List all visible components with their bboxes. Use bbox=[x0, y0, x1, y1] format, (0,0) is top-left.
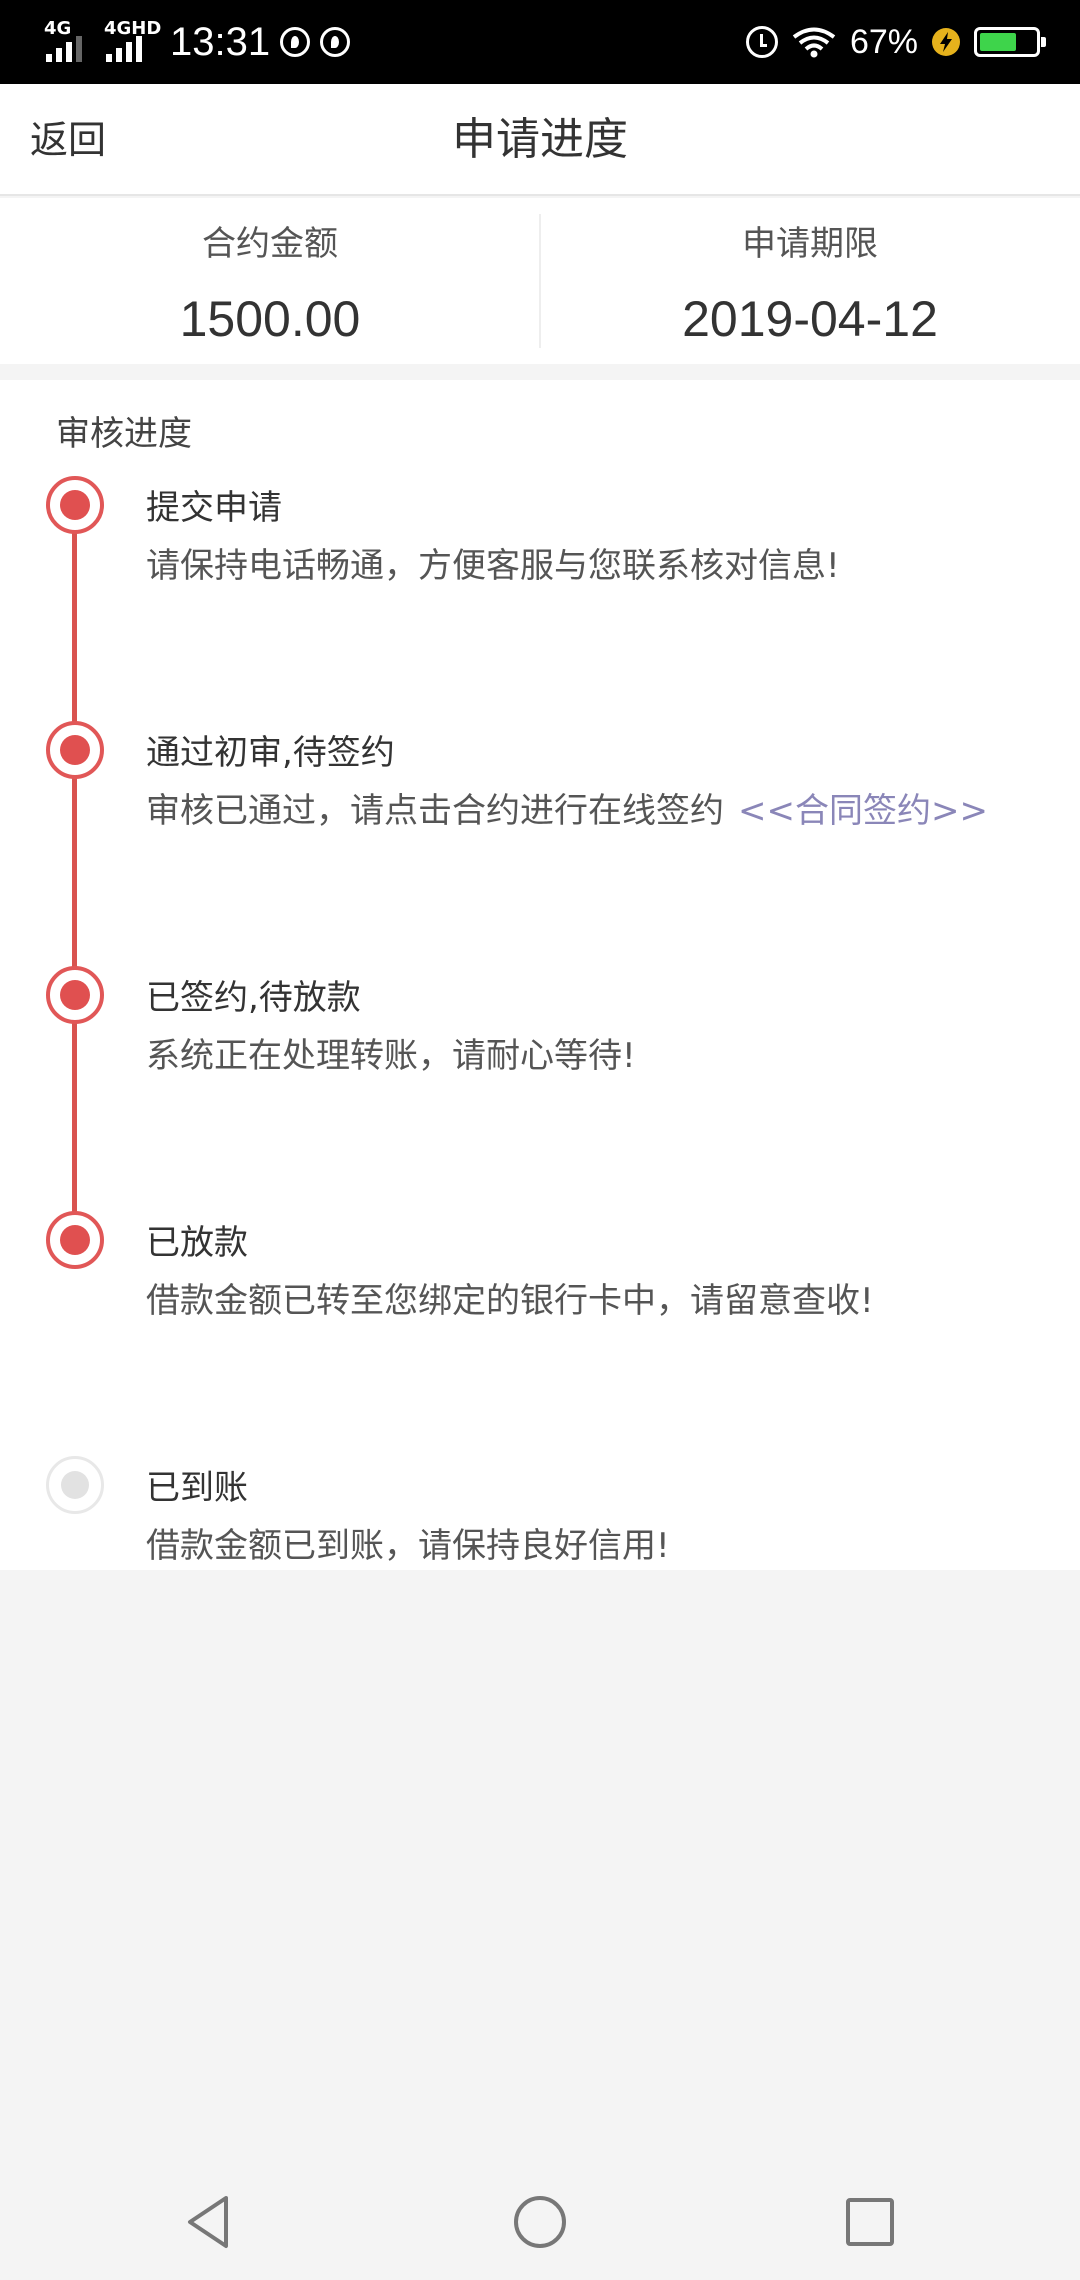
battery-fill bbox=[980, 33, 1016, 51]
signal-icon: 4G bbox=[42, 20, 92, 64]
status-time: 13:31 bbox=[170, 20, 271, 64]
period-value: 2019-04-12 bbox=[682, 291, 938, 347]
nav-header: 返回 申请进度 bbox=[0, 84, 1080, 196]
step-dot-inactive bbox=[46, 1456, 104, 1514]
step-title: 提交申请 bbox=[146, 488, 282, 528]
step-dot bbox=[46, 721, 104, 779]
status-left: 4G 4GHD 13:31 bbox=[42, 0, 351, 84]
system-nav-bar bbox=[0, 2160, 1080, 2280]
step-desc: 借款金额已到账，请保持良好信用! bbox=[146, 1526, 670, 1566]
back-triangle-icon[interactable] bbox=[180, 2192, 240, 2252]
circle-app-icon bbox=[280, 27, 311, 57]
amount-section: 合约金额 1500.00 bbox=[0, 198, 540, 364]
step-dot bbox=[46, 476, 104, 534]
amount-value: 1500.00 bbox=[179, 291, 361, 347]
step-desc: 请保持电话畅通，方便客服与您联系核对信息! bbox=[146, 546, 840, 586]
summary-panel: 合约金额 1500.00 申请期限 2019-04-12 bbox=[0, 198, 1080, 364]
step-dot bbox=[46, 1211, 104, 1269]
period-section: 申请期限 2019-04-12 bbox=[540, 198, 1080, 364]
home-circle-icon[interactable] bbox=[510, 2192, 570, 2252]
step-title: 已到账 bbox=[146, 1468, 248, 1508]
alarm-icon bbox=[745, 26, 778, 58]
status-bar: 4G 4GHD 13:31 67% bbox=[0, 0, 1080, 84]
step-title: 已放款 bbox=[146, 1223, 248, 1263]
step-dot bbox=[46, 966, 104, 1024]
charging-icon bbox=[932, 28, 960, 56]
step-title: 通过初审,待签约 bbox=[146, 733, 395, 773]
progress-section: 审核进度 提交申请 请保持电话畅通，方便客服与您联系核对信息! 通过初审,待签约… bbox=[0, 380, 1080, 1570]
sign-contract-link[interactable]: <<合同签约>> bbox=[738, 791, 988, 831]
step-title: 已签约,待放款 bbox=[146, 978, 361, 1018]
recent-apps-icon[interactable] bbox=[840, 2192, 900, 2252]
wifi-icon bbox=[792, 27, 836, 58]
signal-icon-2: 4GHD bbox=[102, 20, 161, 64]
step-desc: 系统正在处理转账，请耐心等待! bbox=[146, 1036, 636, 1076]
step-desc: 审核已通过，请点击合约进行在线签约 <<合同签约>> bbox=[146, 783, 988, 832]
page-title: 申请进度 bbox=[452, 114, 628, 165]
period-label: 申请期限 bbox=[742, 224, 878, 264]
status-right: 67% bbox=[745, 0, 1046, 84]
amount-label: 合约金额 bbox=[202, 224, 338, 264]
step-desc-text: 审核已通过，请点击合约进行在线签约 bbox=[146, 791, 724, 831]
battery-icon bbox=[974, 27, 1046, 57]
progress-heading: 审核进度 bbox=[56, 414, 192, 454]
circle-app-icon-2 bbox=[320, 27, 351, 57]
battery-percent: 67% bbox=[849, 22, 918, 61]
timeline-line bbox=[72, 520, 77, 1242]
step-desc: 借款金额已转至您绑定的银行卡中，请留意查收! bbox=[146, 1281, 874, 1321]
